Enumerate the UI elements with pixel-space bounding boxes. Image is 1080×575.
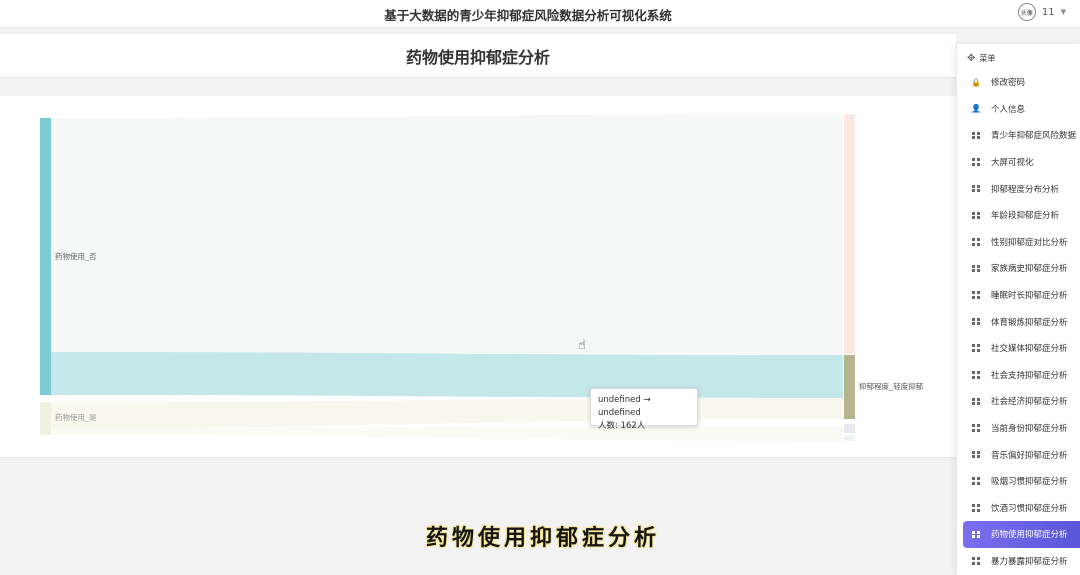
user-name[interactable]: 11 [1042, 7, 1055, 18]
move-icon[interactable]: ✥ [967, 53, 975, 64]
grid-icon [971, 424, 981, 432]
grid-icon [971, 184, 981, 193]
node-target-mild[interactable] [844, 355, 855, 419]
grid-icon [971, 397, 981, 406]
sidebar-item-label: 社交媒体抑郁症分析 [991, 344, 1068, 355]
lock-icon: 🔒 [971, 77, 981, 87]
chevron-down-icon[interactable]: ▼ [1061, 8, 1066, 16]
sidebar-item-label: 饮酒习惯抑郁症分析 [991, 503, 1068, 514]
user-icon: 👤 [971, 104, 981, 114]
user-menu[interactable]: 头像 11 ▼ [1017, 3, 1066, 21]
sidebar-item-label: 暴力暴露抑郁症分析 [991, 556, 1068, 567]
sidebar-item-label: 吸烟习惯抑郁症分析 [991, 477, 1068, 488]
grid-icon [971, 530, 981, 539]
sidebar-item[interactable]: 音乐偏好抑郁症分析 [957, 441, 1080, 468]
sidebar-item[interactable]: 暴力暴露抑郁症分析 [957, 548, 1080, 575]
sidebar-item-label: 抑郁程度分布分析 [991, 184, 1060, 195]
sidebar-item-label: 体育锻炼抑郁症分析 [991, 317, 1068, 328]
sidebar-item-label: 当前身份抑郁症分析 [991, 424, 1068, 435]
sidebar-item-label: 性别抑郁症对比分析 [991, 237, 1068, 248]
menu-list: 🔒 修改密码 👤 个人信息青少年抑郁症风险数据 大屏可视化抑郁程度分布分析 年龄段抑郁症分… [957, 69, 1080, 574]
sankey-svg: 药物使用_否 药物使用_是 抑郁程度_轻度抑郁 [40, 114, 924, 441]
app-title: 基于大数据的青少年抑郁症风险数据分析可视化系统 [384, 8, 672, 23]
sidebar-item[interactable]: 社会经济抑郁症分析 [957, 388, 1080, 415]
page-title-bar: 药物使用抑郁症分析 [0, 34, 956, 78]
sidebar-item[interactable]: 当前身份抑郁症分析 [957, 415, 1080, 442]
sidebar-menu: ✥ 菜单 🔒 修改密码 👤 个人信息青少年抑郁症风险数据 大屏可视化抑郁程度分布分析 年龄… [956, 44, 1080, 575]
link-no-large[interactable] [51, 114, 843, 354]
sidebar-item-label: 药物使用抑郁症分析 [991, 530, 1068, 541]
sidebar-item-label: 修改密码 [991, 78, 1026, 89]
grid-icon [971, 211, 981, 220]
top-bar: 基于大数据的青少年抑郁症风险数据分析可视化系统 头像 11 ▼ [0, 0, 1080, 28]
grid-icon [971, 158, 981, 166]
node-target-small-b[interactable] [844, 435, 855, 441]
avatar[interactable]: 头像 [1017, 3, 1036, 21]
grid-icon [971, 344, 981, 352]
video-subtitle: 药物使用抑郁症分析 [426, 525, 661, 551]
tooltip-link: undefined → undefined [598, 395, 651, 418]
sidebar-item-label: 个人信息 [991, 104, 1026, 115]
tooltip-value: 人数: 162人 [598, 421, 646, 431]
sidebar-item[interactable]: 青少年抑郁症风险数据 [957, 122, 1080, 149]
sidebar-item-label: 家族病史抑郁症分析 [991, 264, 1068, 275]
sidebar-item[interactable]: 🔒 修改密码 [957, 69, 1080, 96]
menu-header[interactable]: ✥ 菜单 [967, 53, 995, 64]
sidebar-item[interactable]: 饮酒习惯抑郁症分析 [957, 495, 1080, 522]
sidebar-item[interactable]: 药物使用抑郁症分析 [963, 521, 1080, 548]
grid-icon [971, 291, 981, 299]
sidebar-item-label: 社会支持抑郁症分析 [991, 370, 1068, 381]
label-node-mild: 抑郁程度_轻度抑郁 [859, 381, 924, 391]
sidebar-item[interactable]: 抑郁程度分布分析 [957, 175, 1080, 202]
grid-icon [971, 504, 981, 512]
grid-icon [971, 450, 981, 459]
sidebar-item[interactable]: 性别抑郁症对比分析 [957, 229, 1080, 256]
grid-icon [971, 371, 981, 379]
sidebar-item[interactable]: 吸烟习惯抑郁症分析 [957, 468, 1080, 495]
grid-icon [971, 131, 981, 140]
node-yes[interactable] [40, 402, 51, 435]
sidebar-item[interactable]: 睡眠时长抑郁症分析 [957, 282, 1080, 309]
link-no-mild[interactable] [51, 352, 843, 398]
sidebar-item[interactable]: 👤 个人信息 [957, 96, 1080, 123]
hand-cursor-icon: ☝ [578, 338, 586, 353]
label-node-no: 药物使用_否 [55, 251, 97, 261]
tooltip: undefined → undefined 人数: 162人 [590, 388, 698, 431]
grid-icon [971, 317, 981, 326]
sidebar-item-label: 年龄段抑郁症分析 [991, 211, 1060, 222]
sidebar-item-label: 睡眠时长抑郁症分析 [991, 291, 1068, 302]
sidebar-item[interactable]: 大屏可视化 [957, 149, 1080, 176]
link-yes-mild[interactable] [51, 398, 843, 428]
sidebar-item[interactable]: 体育锻炼抑郁症分析 [957, 308, 1080, 335]
menu-label: 菜单 [979, 54, 996, 63]
node-target-top[interactable] [844, 114, 855, 354]
node-target-small-a[interactable] [844, 424, 855, 433]
label-node-yes: 药物使用_是 [55, 412, 97, 422]
node-no[interactable] [40, 118, 51, 395]
sankey-chart: 药物使用_否 药物使用_是 抑郁程度_轻度抑郁 [0, 96, 956, 458]
sidebar-item-label: 大屏可视化 [991, 158, 1034, 169]
grid-icon [971, 557, 981, 565]
grid-icon [971, 477, 981, 485]
grid-icon [971, 264, 981, 273]
grid-icon [971, 238, 981, 246]
page-title: 药物使用抑郁症分析 [405, 48, 550, 67]
sidebar-item[interactable]: 家族病史抑郁症分析 [957, 255, 1080, 282]
sidebar-item[interactable]: 社交媒体抑郁症分析 [957, 335, 1080, 362]
sidebar-item-label: 社会经济抑郁症分析 [991, 397, 1068, 408]
sidebar-item-label: 青少年抑郁症风险数据 [991, 131, 1077, 142]
sidebar-item[interactable]: 年龄段抑郁症分析 [957, 202, 1080, 229]
sidebar-item[interactable]: 社会支持抑郁症分析 [957, 362, 1080, 389]
link-yes-small[interactable] [51, 426, 843, 441]
sidebar-item-label: 音乐偏好抑郁症分析 [991, 450, 1068, 461]
